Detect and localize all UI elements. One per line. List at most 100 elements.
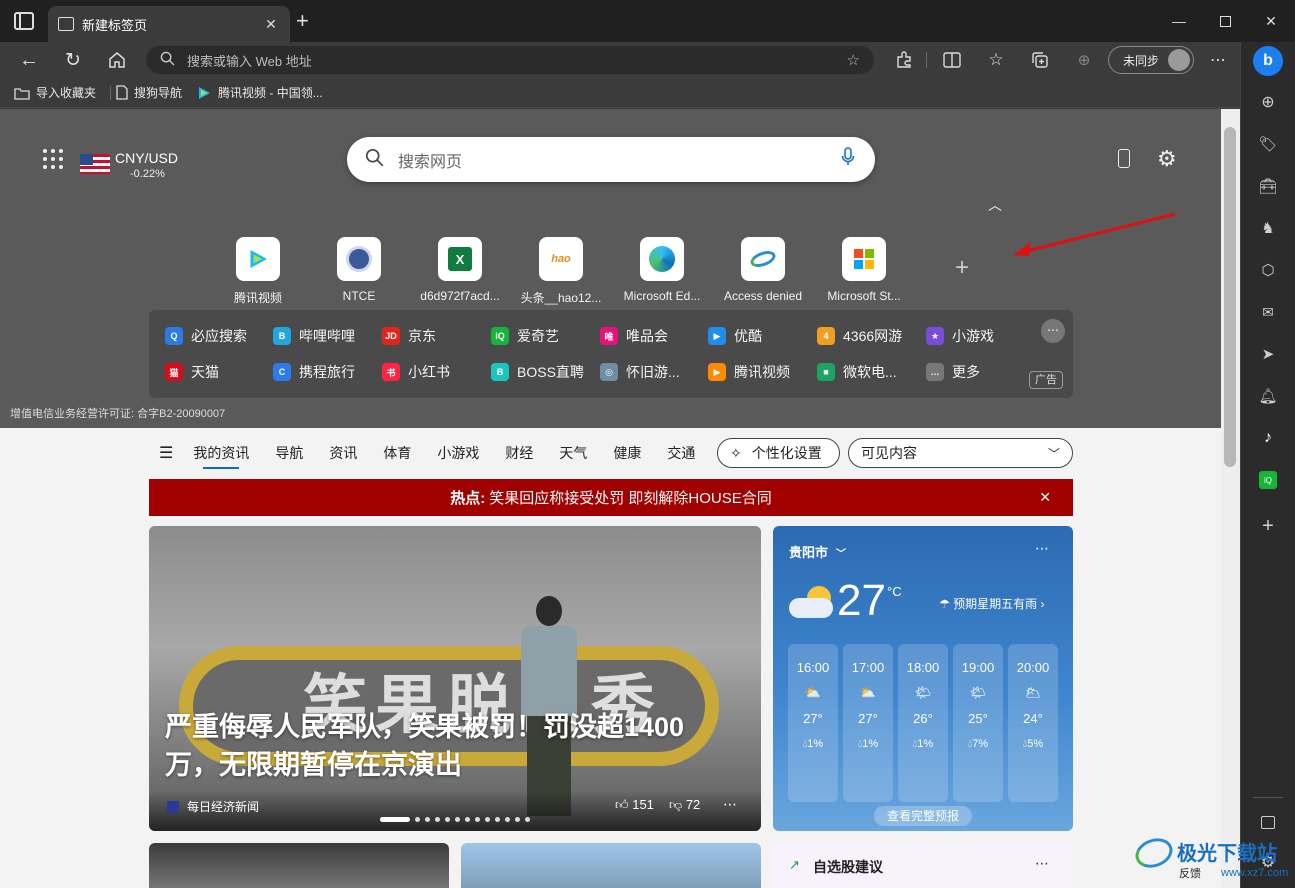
sidebar-toggle-icon[interactable] (1254, 808, 1282, 836)
collections-icon[interactable] (1026, 46, 1054, 74)
tile-microsoft-edge[interactable]: Microsoft Ed... (617, 237, 707, 303)
nav-traffic[interactable]: 交通 (667, 443, 695, 463)
browser-essentials-icon[interactable]: ⊕ (1070, 46, 1098, 74)
ql-mini-games[interactable]: ★ 小游戏 (926, 326, 994, 346)
stocks-more-icon[interactable]: ⋯ (1035, 855, 1049, 872)
bing-copilot-icon[interactable]: b (1253, 46, 1283, 76)
ql-youku[interactable]: ▶ 优酷 (708, 326, 762, 346)
nav-navigation[interactable]: 导航 (275, 443, 303, 463)
favorites-icon[interactable]: ☆ (982, 46, 1010, 74)
tile-ntce[interactable]: NTCE (314, 237, 404, 303)
outlook-icon[interactable]: ✉ (1254, 298, 1282, 326)
ql-jd[interactable]: JD 京东 (382, 326, 436, 346)
microsoft-365-icon[interactable]: ⬡ (1254, 256, 1282, 284)
ql-tmall[interactable]: 猫天猫 (165, 362, 219, 382)
ql-ms-games[interactable]: ■ 微软电... (817, 362, 897, 382)
weather-city[interactable]: 贵阳市 ﹀ (789, 542, 846, 561)
add-shortcut-icon[interactable]: + (955, 254, 969, 282)
news-card-3[interactable] (461, 843, 761, 888)
tab-title: 新建标签页 (82, 17, 148, 33)
news-source[interactable]: 每日经济新闻 (167, 798, 259, 815)
ql-ctrip[interactable]: C 携程旅行 (273, 362, 355, 382)
add-sidebar-app-icon[interactable]: + (1254, 512, 1282, 540)
carousel-dots[interactable] (380, 817, 530, 822)
games-icon[interactable]: ♞ (1254, 214, 1282, 242)
tile-hao123[interactable]: hao 头条__hao12... (516, 237, 606, 306)
favorite-import[interactable]: 导入收藏夹 (14, 84, 96, 101)
weather-card[interactable]: 贵阳市 ﹀ ⋯ 27 °C ☂ 预期星期五有雨 › 16:00 ⛅ 27° 💧︎1… (773, 526, 1073, 831)
split-screen-icon[interactable] (938, 46, 966, 74)
phone-icon[interactable] (1118, 149, 1130, 168)
quicklinks-more-icon[interactable]: ⋯ (1041, 319, 1065, 343)
settings-gear-icon[interactable]: ⚙ (1157, 146, 1177, 172)
full-forecast-button[interactable]: 查看完整预报 (874, 806, 972, 826)
search-zoom-icon[interactable]: ⊕ (1254, 88, 1282, 116)
profile-button[interactable]: 未同步 (1108, 46, 1194, 74)
favorite-tencent-video[interactable]: 腾讯视频 - 中国领... (196, 84, 323, 101)
tab-close-icon[interactable]: ✕ (260, 16, 282, 33)
tile-access-denied[interactable]: Access denied (718, 237, 808, 303)
apps-launcher-icon[interactable] (43, 149, 63, 169)
nav-finance[interactable]: 财经 (505, 443, 533, 463)
back-icon[interactable]: ← (15, 46, 43, 74)
collapse-chevron-icon[interactable]: ︿ (988, 195, 1002, 215)
tile-tencent-video[interactable]: 腾讯视频 (213, 237, 303, 306)
close-icon[interactable]: ✕ (1039, 489, 1051, 506)
ql-bilibili[interactable]: B 哔哩哔哩 (273, 326, 355, 346)
ql-more[interactable]: … 更多 (926, 362, 980, 382)
personalize-button[interactable]: ✧ 个性化设置 (717, 438, 840, 468)
maximize-icon[interactable] (1202, 6, 1248, 36)
tab-new-tab[interactable]: 新建标签页 ✕ (48, 6, 290, 42)
refresh-icon[interactable]: ↻ (59, 46, 87, 74)
tile-excel-file[interactable]: X d6d972f7acd... (415, 237, 505, 303)
address-bar[interactable]: 搜索或输入 Web 地址 ☆ (146, 46, 874, 74)
search-box[interactable]: 搜索网页 (347, 137, 875, 182)
nav-weather[interactable]: 天气 (559, 443, 587, 463)
shopping-tag-icon[interactable]: 🏷︎ (1254, 130, 1282, 158)
currency-widget[interactable]: CNY/USD -0.22% (80, 150, 190, 182)
close-window-icon[interactable]: ✕ (1248, 6, 1294, 36)
hot-news-banner[interactable]: 热点: 笑果回应称接受处罚 即刻解除HOUSE合同 ✕ (149, 479, 1073, 516)
visible-content-select[interactable]: 可见内容 ﹀ (848, 438, 1073, 468)
news-card-2[interactable] (149, 843, 449, 888)
nav-sports[interactable]: 体育 (383, 443, 411, 463)
microphone-icon[interactable] (841, 147, 855, 172)
favorite-sogou-nav[interactable]: 搜狗导航 (116, 84, 182, 101)
weather-more-icon[interactable]: ⋯ (1035, 540, 1049, 557)
iqiyi-icon[interactable]: iQ (1254, 466, 1282, 494)
nav-mini-games[interactable]: 小游戏 (437, 443, 479, 463)
bell-icon[interactable]: 🔔︎ (1254, 382, 1282, 410)
tile-microsoft-store[interactable]: Microsoft St... (819, 237, 909, 303)
dislike-button[interactable]: 👎︎ 72 (669, 797, 700, 813)
tools-icon[interactable]: 🧰︎ (1254, 172, 1282, 200)
main-news-card[interactable]: 笑果脱口秀 严重侮辱人民军队，笑果被罚！罚没超1400万，无限期暂停在京演出 每… (149, 526, 761, 831)
scrollbar-thumb[interactable] (1224, 127, 1236, 467)
nav-my-news[interactable]: 我的资讯 (193, 443, 249, 469)
feed-menu-icon[interactable]: ☰ (159, 443, 173, 463)
ql-iqiyi[interactable]: iQ 爱奇艺 (491, 326, 559, 346)
tab-actions-icon[interactable] (14, 12, 34, 30)
like-button[interactable]: 👍︎ 151 (615, 797, 654, 813)
add-favorite-icon[interactable]: ☆ (847, 51, 860, 69)
ql-vip[interactable]: 唯唯品会 (600, 326, 668, 346)
ql-retro-games[interactable]: ◎ 怀旧游... (600, 362, 680, 382)
minimize-icon[interactable]: — (1156, 6, 1202, 36)
extensions-icon[interactable] (890, 46, 918, 74)
ql-tencent-video[interactable]: ▶ 腾讯视频 (708, 362, 790, 382)
ql-boss[interactable]: B BOSS直聘 (491, 362, 584, 382)
feedback-label[interactable]: 反馈 (1179, 865, 1201, 881)
address-placeholder: 搜索或输入 Web 地址 (187, 53, 312, 69)
forecast-note[interactable]: ☂ 预期星期五有雨 › (939, 595, 1044, 612)
ql-xiaohongshu[interactable]: 书小红书 (382, 362, 450, 382)
ql-bing[interactable]: Q 必应搜索 (165, 326, 247, 346)
send-icon[interactable]: ➤ (1254, 340, 1282, 368)
nav-health[interactable]: 健康 (613, 443, 641, 463)
tiktok-icon[interactable]: ♪ (1254, 424, 1282, 452)
more-menu-icon[interactable]: ⋯ (1204, 46, 1232, 74)
nav-news[interactable]: 资讯 (329, 443, 357, 463)
ql-4366[interactable]: 4 4366网游 (817, 326, 902, 346)
stocks-card[interactable]: ↗ 自选股建议 ⋯ (773, 843, 1073, 888)
home-icon[interactable] (103, 46, 131, 74)
new-tab-icon[interactable]: + (296, 10, 309, 32)
news-more-icon[interactable]: ⋯ (723, 796, 737, 813)
